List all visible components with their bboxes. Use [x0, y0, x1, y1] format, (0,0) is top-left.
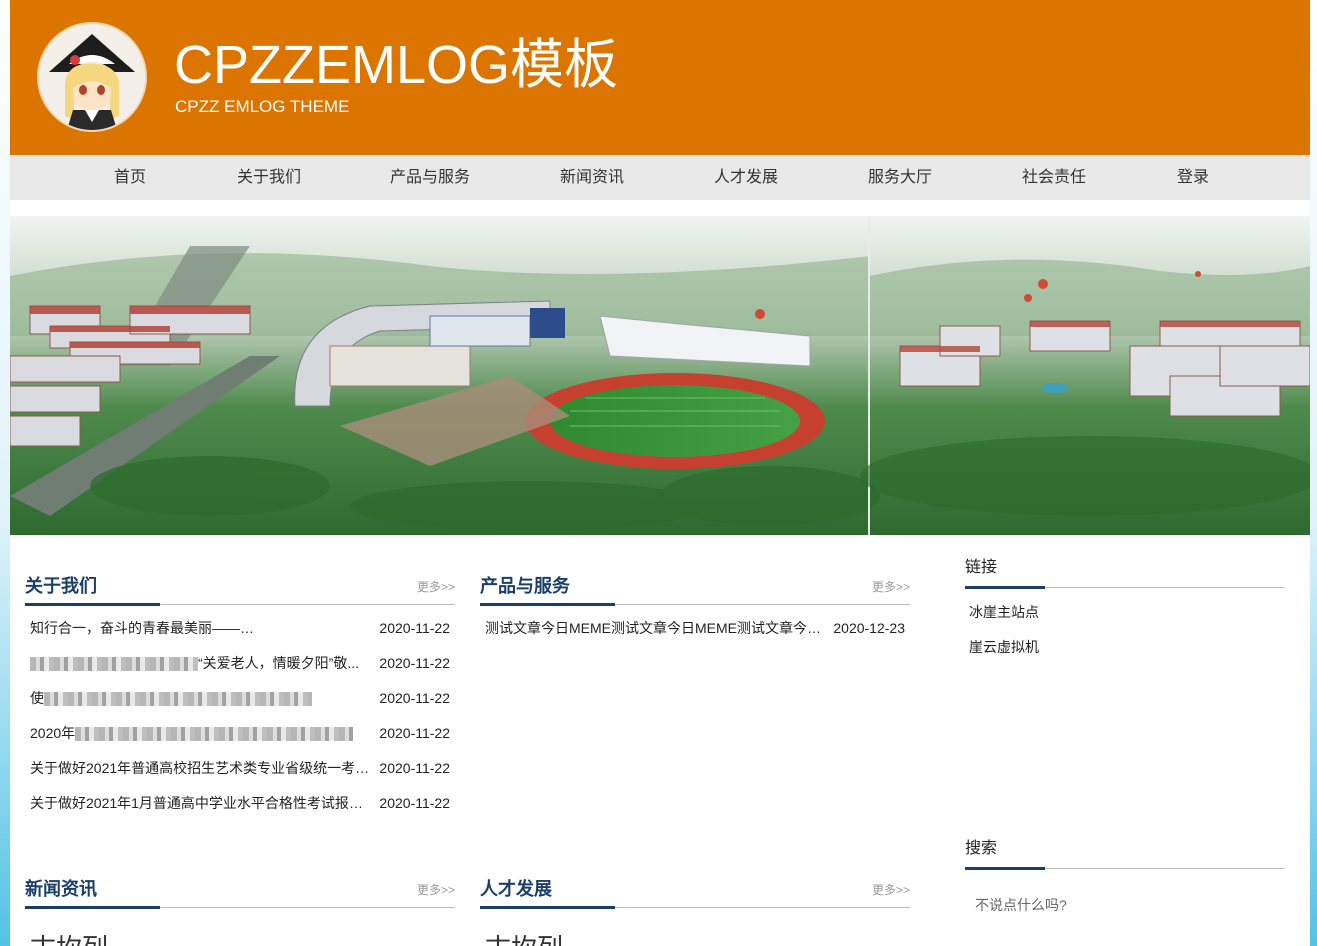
search-widget-title: 搜索 [965, 837, 1045, 870]
article-title[interactable]: 关于做好2021年1月普通高中学业水平合格性考试报名考... [30, 793, 370, 813]
nav-item-social-responsibility[interactable]: 社会责任 [1022, 155, 1086, 200]
article-title[interactable]: 知行合一，奋斗的青春最美丽——，... [30, 618, 370, 638]
nav-item-products[interactable]: 产品与服务 [390, 155, 470, 200]
article-date: 2020-11-22 [379, 725, 450, 741]
talent-section-title[interactable]: 人才发展 [480, 878, 615, 909]
talent-more-link[interactable]: 更多>> [872, 881, 910, 898]
article-title[interactable]: 测试文章今日MEME测试文章今日MEME测试文章今日M... [485, 618, 825, 638]
nav-item-talent[interactable]: 人才发展 [714, 155, 778, 200]
link-item-bingya-site[interactable]: 冰崖主站点 [969, 602, 1039, 622]
list-item[interactable]: 使 2020-11-22 [30, 688, 450, 708]
blurred-text [30, 657, 198, 672]
article-title[interactable]: 使 [30, 688, 370, 708]
news-first-item-partial[interactable]: 古坎列 [30, 928, 108, 946]
list-item[interactable]: 关于做好2021年1月普通高中学业水平合格性考试报名考... 2020-11-2… [30, 793, 450, 813]
link-item-yayun-vm[interactable]: 崖云虚拟机 [969, 637, 1039, 657]
nav-item-about[interactable]: 关于我们 [237, 155, 301, 200]
article-title[interactable]: 关于做好2021年普通高校招生艺术类专业省级统一考试... [30, 758, 370, 778]
site-header: CPZZEMLOG模板 CPZZ EMLOG THEME [10, 0, 1310, 155]
article-date: 2020-11-22 [379, 620, 450, 636]
page: CPZZEMLOG模板 CPZZ EMLOG THEME 首页 关于我们 产品与… [10, 0, 1310, 946]
article-title[interactable]: 2020年 [30, 723, 370, 743]
about-more-link[interactable]: 更多>> [417, 578, 455, 595]
main-nav: 首页 关于我们 产品与服务 新闻资讯 人才发展 服务大厅 社会责任 登录 [10, 155, 1310, 200]
news-section-title[interactable]: 新闻资讯 [25, 878, 160, 909]
article-title[interactable]: “关爱老人，情暖夕阳”敬... [30, 653, 370, 673]
site-logo-avatar[interactable] [39, 24, 145, 130]
about-section-title[interactable]: 关于我们 [25, 575, 160, 606]
list-item[interactable]: 知行合一，奋斗的青春最美丽——，... 2020-11-22 [30, 618, 450, 638]
list-item[interactable]: 关于做好2021年普通高校招生艺术类专业省级统一考试... 2020-11-22 [30, 758, 450, 778]
banner-image[interactable] [10, 216, 1310, 535]
about-section-header: 关于我们 更多>> [25, 574, 455, 606]
search-widget-header: 搜索 [965, 836, 1285, 870]
links-widget-title: 链接 [965, 556, 1045, 589]
blurred-text [44, 692, 312, 707]
products-section-title[interactable]: 产品与服务 [480, 575, 615, 606]
site-title[interactable]: CPZZEMLOG模板 [174, 30, 618, 100]
list-item[interactable]: 2020年 2020-11-22 [30, 723, 450, 743]
list-item[interactable]: 测试文章今日MEME测试文章今日MEME测试文章今日M... 2020-12-2… [485, 618, 905, 638]
nav-item-login[interactable]: 登录 [1177, 155, 1209, 200]
article-date: 2020-12-23 [833, 620, 905, 636]
links-widget-header: 链接 [965, 555, 1285, 589]
site-subtitle: CPZZ EMLOG THEME [175, 97, 350, 116]
products-section-header: 产品与服务 更多>> [480, 574, 910, 606]
blurred-text [240, 622, 365, 637]
nav-item-news[interactable]: 新闻资讯 [560, 155, 624, 200]
article-date: 2020-11-22 [379, 760, 450, 776]
list-item[interactable]: “关爱老人，情暖夕阳”敬... 2020-11-22 [30, 653, 450, 673]
article-date: 2020-11-22 [379, 690, 450, 706]
nav-item-home[interactable]: 首页 [114, 155, 146, 200]
products-more-link[interactable]: 更多>> [872, 578, 910, 595]
blurred-text [75, 727, 354, 742]
nav-item-service-hall[interactable]: 服务大厅 [868, 155, 932, 200]
talent-first-item-partial[interactable]: 古坎列 [485, 928, 563, 946]
talent-section-header: 人才发展 更多>> [480, 877, 910, 909]
article-date: 2020-11-22 [379, 655, 450, 671]
news-section-header: 新闻资讯 更多>> [25, 877, 455, 909]
search-input[interactable] [965, 888, 1285, 922]
article-date: 2020-11-22 [379, 795, 450, 811]
news-more-link[interactable]: 更多>> [417, 881, 455, 898]
